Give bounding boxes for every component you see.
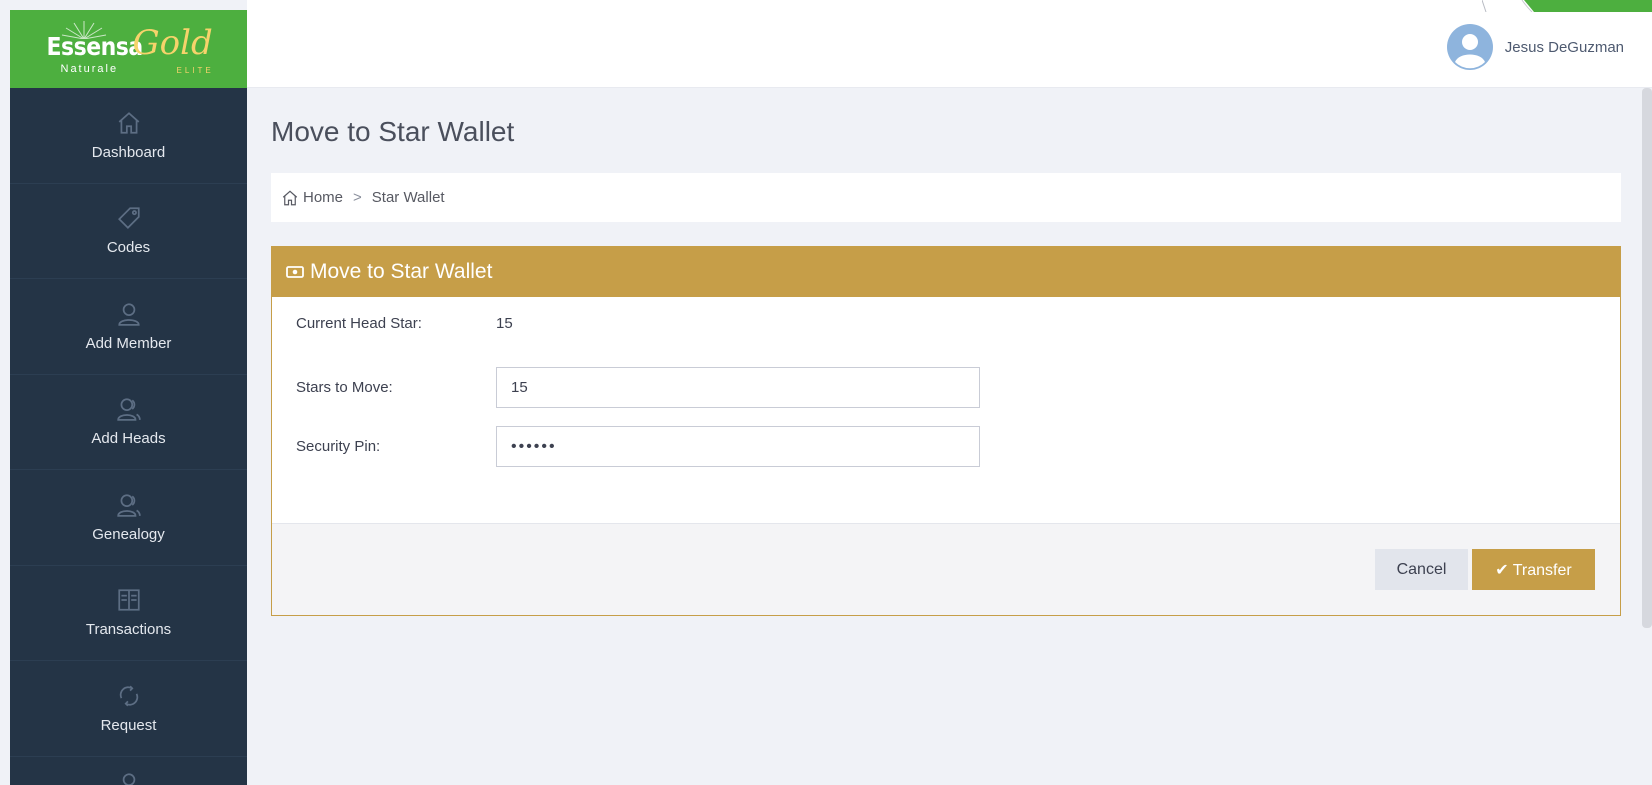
cancel-button[interactable]: Cancel xyxy=(1375,549,1468,590)
move-star-wallet-portlet: Move to Star Wallet Current Head Star: 1… xyxy=(271,246,1621,616)
logo-essensa-text: Essensa xyxy=(46,33,144,62)
user-menu[interactable]: Jesus DeGuzman xyxy=(1446,24,1624,70)
page-scrollbar[interactable] xyxy=(1642,88,1652,628)
sidebar: Dashboard Codes Add Member Add Heads Gen… xyxy=(10,88,247,785)
security-pin-row: Security Pin: xyxy=(296,426,980,467)
users-icon xyxy=(116,396,142,422)
brand-logo-area[interactable]: Essensa Naturale Gold ELITE xyxy=(10,10,247,88)
sidebar-item-label: Add Heads xyxy=(91,430,166,448)
refresh-icon xyxy=(116,683,142,709)
book-icon xyxy=(116,587,142,613)
stars-to-move-label: Stars to Move: xyxy=(296,379,393,396)
page-title: Move to Star Wallet xyxy=(271,116,515,147)
breadcrumb-separator: > xyxy=(353,189,362,206)
breadcrumb-current: Star Wallet xyxy=(371,189,445,206)
portlet-footer: Cancel ✔ Transfer xyxy=(272,523,1620,615)
sidebar-item-request[interactable]: Request xyxy=(10,661,247,757)
transfer-button[interactable]: ✔ Transfer xyxy=(1472,549,1595,590)
logo-elite-text: ELITE xyxy=(176,66,214,75)
breadcrumb-home-link[interactable]: Home xyxy=(303,189,343,206)
app-root: Essensa Naturale Gold ELITE Dashboard Co… xyxy=(0,0,1652,785)
avatar-icon xyxy=(1446,24,1493,70)
stars-to-move-input[interactable] xyxy=(496,367,980,408)
sidebar-item-label: Transactions xyxy=(85,621,172,639)
check-icon: ✔ xyxy=(1495,561,1509,579)
sidebar-item-add-member[interactable]: Add Member xyxy=(10,279,247,375)
sidebar-item-more[interactable] xyxy=(10,757,247,785)
transfer-button-label: Transfer xyxy=(1512,561,1572,579)
sidebar-item-dashboard[interactable]: Dashboard xyxy=(10,88,247,184)
sidebar-item-transactions[interactable]: Transactions xyxy=(10,566,247,661)
current-head-star-label: Current Head Star: xyxy=(296,315,422,332)
home-icon xyxy=(116,110,142,136)
portlet-title: Move to Star Wallet xyxy=(310,260,493,283)
logo-naturale-text: Naturale xyxy=(60,63,119,75)
tag-icon xyxy=(116,205,142,231)
sidebar-item-genealogy[interactable]: Genealogy xyxy=(10,470,247,566)
top-header: Jesus DeGuzman xyxy=(247,0,1652,88)
corner-decoration xyxy=(1482,0,1652,12)
security-pin-label: Security Pin: xyxy=(296,438,381,455)
sidebar-item-label: Add Member xyxy=(85,334,172,352)
logo-gold-text: Gold xyxy=(132,23,213,63)
breadcrumb: Home > Star Wallet xyxy=(271,173,1621,222)
money-icon xyxy=(286,263,310,281)
current-head-star-row: Current Head Star: 15 xyxy=(296,315,513,332)
sidebar-item-add-heads[interactable]: Add Heads xyxy=(10,375,247,470)
user-name: Jesus DeGuzman xyxy=(1504,38,1624,56)
user-icon xyxy=(116,301,142,327)
sidebar-item-label: Genealogy xyxy=(92,525,165,543)
sidebar-item-label: Codes xyxy=(106,239,151,257)
portlet-header: Move to Star Wallet xyxy=(272,247,1620,297)
current-head-star-value: 15 xyxy=(496,315,513,332)
sidebar-item-codes[interactable]: Codes xyxy=(10,184,247,279)
stars-to-move-row: Stars to Move: xyxy=(296,367,980,408)
essensa-gold-logo: Essensa Naturale Gold ELITE xyxy=(29,19,229,79)
sidebar-item-label: Request xyxy=(100,716,157,734)
users-icon xyxy=(116,492,142,518)
security-pin-input[interactable] xyxy=(496,426,980,467)
home-icon[interactable] xyxy=(281,188,303,206)
user-icon xyxy=(116,771,142,785)
sidebar-item-label: Dashboard xyxy=(91,143,166,161)
